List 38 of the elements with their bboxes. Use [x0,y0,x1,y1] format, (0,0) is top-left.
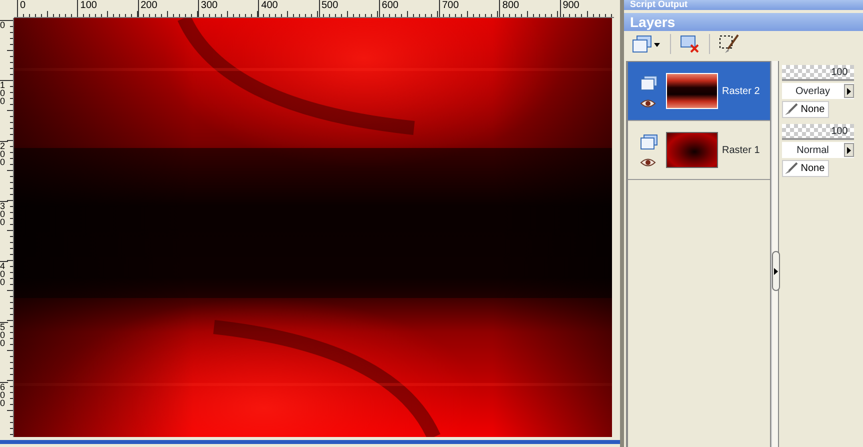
delete-layer-icon [679,34,701,54]
eye-icon[interactable] [640,98,656,108]
blend-mode-dropdown[interactable]: Normal [782,142,854,158]
layer-name: Raster 2 [722,84,760,98]
new-layer-button[interactable] [632,34,662,54]
ruler-label: 0 [0,20,8,29]
layer-icon [640,134,658,150]
selection-brush-icon [718,34,740,54]
layer-icon [640,74,658,90]
caret-icon [774,268,778,274]
layer-row[interactable]: Raster 2 [628,62,770,121]
layer-thumbnail [666,73,718,109]
panel-title: Script Output [624,0,863,10]
layer-row[interactable]: Raster 1 [628,121,770,180]
ruler-label: 500 [0,322,8,346]
layers-icon [632,34,662,54]
mask-button[interactable]: None [782,101,829,118]
ruler-label: 400 [0,261,8,286]
eye-icon[interactable] [640,158,656,166]
caret-icon [846,88,851,94]
scroll-bar[interactable] [0,440,620,444]
ruler-label: 600 [0,382,8,407]
opacity-slider[interactable]: 100 [782,124,854,140]
panel-title: Layers [624,13,863,31]
brush-icon [784,103,798,116]
layer-thumbnail [666,132,718,168]
ruler-label: 100 [0,80,8,106]
mask-button[interactable]: None [782,160,829,177]
edit-selection-button[interactable] [718,34,740,54]
caret-icon [846,146,851,154]
layer-name: Raster 1 [722,144,760,158]
brush-icon [784,162,798,175]
blend-mode-dropdown[interactable]: Overlay [782,83,854,99]
ruler-label: 300 [0,200,8,226]
delete-layer-button[interactable] [679,34,701,54]
splitter-handle[interactable] [772,251,780,291]
ruler-label: 200 [0,140,8,166]
opacity-slider[interactable]: 100 [782,65,854,81]
